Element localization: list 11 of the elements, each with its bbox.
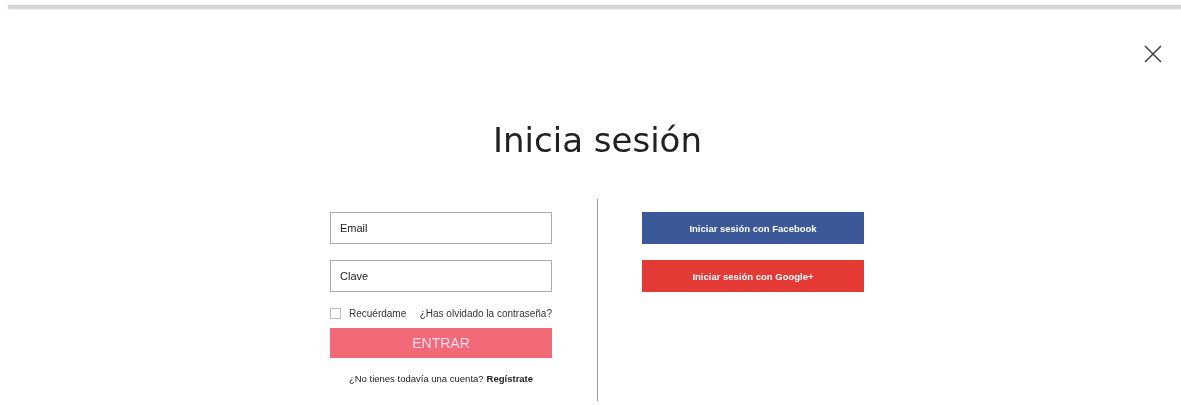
checkbox[interactable] xyxy=(330,307,341,319)
page-title: Inicia sesión xyxy=(492,119,703,162)
signup-link[interactable]: Regístrate xyxy=(486,373,534,384)
checkbox-label[interactable]: Recuérdame xyxy=(349,307,420,319)
signup-prompt: ¿No tienes todavía una cuenta? xyxy=(348,373,484,384)
facebook-login-button[interactable]: Iniciar sesión con Facebook xyxy=(642,212,864,244)
email-field[interactable]: Email xyxy=(330,212,552,244)
forgot-password-link[interactable]: ¿Has olvidado la contraseña? xyxy=(419,307,552,319)
close-icon[interactable] xyxy=(1144,45,1162,63)
password-field[interactable]: Clave xyxy=(330,260,552,292)
google-login-button[interactable]: Iniciar sesión con Google+ xyxy=(642,260,864,292)
